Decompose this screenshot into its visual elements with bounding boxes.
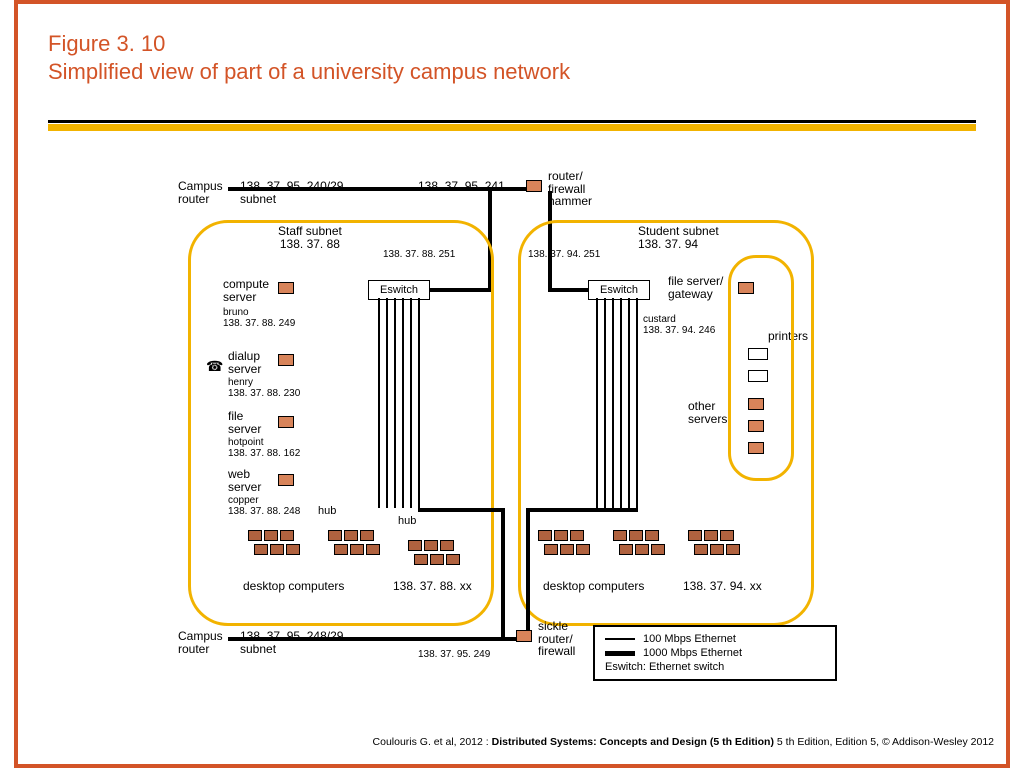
staff-desktop-cluster-1 xyxy=(248,530,303,570)
legend-1000-label: 1000 Mbps Ethernet xyxy=(643,647,742,659)
diagram-canvas: Campus router 138. 37. 95. 240/29 subnet… xyxy=(48,160,976,690)
legend-thick-line-icon xyxy=(605,651,635,656)
staff-hub-1-label: hub xyxy=(318,505,336,517)
custard-label: custard 138. 37. 94. 246 xyxy=(643,315,715,336)
figure-title-block: Figure 3. 10 Simplified view of part of … xyxy=(48,30,570,85)
sickle-right-horiz xyxy=(526,508,638,512)
file-gateway-label: file server/ gateway xyxy=(668,275,723,300)
staff-xx-label: 138. 37. 88. xx xyxy=(393,580,472,593)
web-server-label: web server xyxy=(228,468,261,493)
student-desktop-cluster-1 xyxy=(538,530,593,570)
staff-subnet-title: Staff subnet 138. 37. 88 xyxy=(278,225,342,250)
student-fan-1 xyxy=(596,298,598,508)
sickle-ip: 138. 37. 95. 249 xyxy=(418,650,490,661)
phone-icon: ☎ xyxy=(206,358,223,375)
student-eswitch: Eswitch xyxy=(588,280,650,300)
staff-eswitch: Eswitch xyxy=(368,280,430,300)
student-switch-ip: 138. 37. 94. 251 xyxy=(528,250,600,261)
student-eswitch-label: Eswitch xyxy=(600,284,638,296)
other-servers-label: other servers xyxy=(688,400,727,425)
copper-icon xyxy=(278,474,294,486)
frame-right xyxy=(1006,4,1010,764)
bottom-backbone-link xyxy=(228,637,518,641)
dialup-server-label: dialup server xyxy=(228,350,261,375)
footer-suffix: 5 th Edition, Edition 5, © Addison-Wesle… xyxy=(774,736,994,748)
staff-desktop-cluster-3 xyxy=(408,540,463,580)
sickle-router-icon xyxy=(516,630,532,642)
student-fan-2 xyxy=(604,298,606,508)
hotpoint-label: hotpoint 138. 37. 88. 162 xyxy=(228,438,300,459)
staff-fan-2 xyxy=(386,298,388,508)
compute-server-label: compute server xyxy=(223,278,269,303)
frame-left xyxy=(14,4,18,764)
bottom-campus-router-label: Campus router xyxy=(178,630,223,655)
student-desktop-cluster-2 xyxy=(613,530,668,570)
student-desktop-cluster-3 xyxy=(688,530,743,570)
file-server-staff-label: file server xyxy=(228,410,261,435)
bottom-subnet-label: 138. 37. 95. 248/29 subnet xyxy=(240,630,343,655)
student-desktops-label: desktop computers xyxy=(543,580,644,593)
bruno-icon xyxy=(278,282,294,294)
server-stack-ring xyxy=(728,255,794,481)
sickle-left-horiz xyxy=(418,508,503,512)
header-rule-black xyxy=(48,120,976,123)
student-fan-4 xyxy=(620,298,622,508)
legend-1000-row: 1000 Mbps Ethernet xyxy=(605,647,825,659)
bruno-label: bruno 138. 37. 88. 249 xyxy=(223,308,295,329)
legend-thin-line-icon xyxy=(605,638,635,640)
top-campus-router-label: Campus router xyxy=(178,180,223,205)
staff-desktop-cluster-2 xyxy=(328,530,383,570)
legend-100-row: 100 Mbps Ethernet xyxy=(605,633,825,645)
legend-eswitch-row: Eswitch: Ethernet switch xyxy=(605,661,825,673)
hotpoint-icon xyxy=(278,416,294,428)
frame-top xyxy=(14,0,1010,4)
student-xx-label: 138. 37. 94. xx xyxy=(683,580,762,593)
legend-box: 100 Mbps Ethernet 1000 Mbps Ethernet Esw… xyxy=(593,625,837,681)
student-fan-6 xyxy=(636,298,638,508)
figure-caption: Simplified view of part of a university … xyxy=(48,58,570,86)
legend-eswitch-label: Eswitch: Ethernet switch xyxy=(605,661,724,673)
footer-book-title: Distributed Systems: Concepts and Design… xyxy=(492,736,774,748)
sickle-label: sickle router/ firewall xyxy=(538,620,575,658)
henry-label: henry 138. 37. 88. 230 xyxy=(228,378,300,399)
header-rule-gold xyxy=(48,124,976,131)
staff-fan-3 xyxy=(394,298,396,508)
staff-desktops-label: desktop computers xyxy=(243,580,344,593)
copper-label: copper 138. 37. 88. 248 xyxy=(228,496,300,517)
staff-fan-5 xyxy=(410,298,412,508)
student-fan-5 xyxy=(628,298,630,508)
top-subnet-label: 138. 37. 95. 240/29 subnet xyxy=(240,180,343,205)
footer-prefix: Coulouris G. et al, 2012 : xyxy=(373,736,492,748)
hammer-label: router/ firewall hammer xyxy=(548,170,592,208)
legend-100-label: 100 Mbps Ethernet xyxy=(643,633,736,645)
staff-fan-6 xyxy=(418,298,420,508)
staff-hub-2-label: hub xyxy=(398,515,416,527)
sickle-right-uplink xyxy=(526,508,530,631)
frame-bottom xyxy=(14,764,1010,768)
staff-fan-4 xyxy=(402,298,404,508)
staff-fan-1 xyxy=(378,298,380,508)
student-fan-3 xyxy=(612,298,614,508)
figure-number: Figure 3. 10 xyxy=(48,30,570,58)
student-subnet-title: Student subnet 138. 37. 94 xyxy=(638,225,719,250)
staff-switch-ip: 138. 37. 88. 251 xyxy=(383,250,455,261)
hammer-router-icon xyxy=(526,180,542,192)
henry-icon xyxy=(278,354,294,366)
citation-footer: Coulouris G. et al, 2012 : Distributed S… xyxy=(373,736,994,748)
staff-eswitch-label: Eswitch xyxy=(380,284,418,296)
sickle-left-uplink xyxy=(501,508,505,638)
